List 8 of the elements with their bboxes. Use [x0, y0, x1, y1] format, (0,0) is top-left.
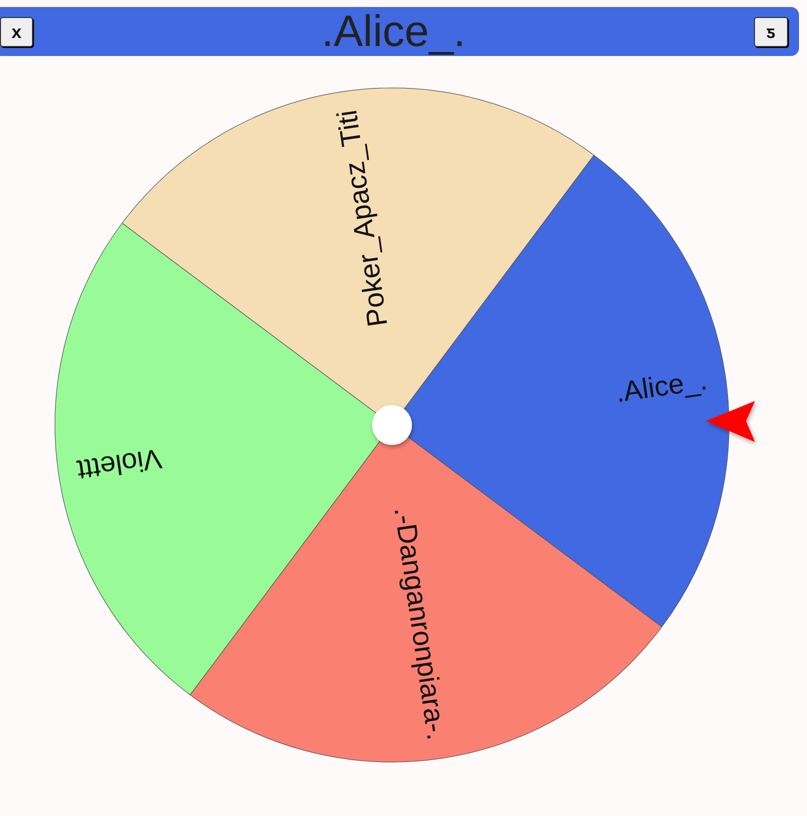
segment-label: Violettt — [75, 442, 164, 486]
symbol-button[interactable]: ƽ — [754, 16, 788, 46]
segment-label: .-Danganronpiara-. — [388, 504, 453, 742]
close-button[interactable]: x — [0, 16, 33, 46]
hub-circle-icon — [372, 405, 412, 445]
segment-label: .Alice_. — [614, 364, 709, 408]
header-title: .Alice_. — [321, 10, 466, 54]
pointer-icon — [706, 401, 755, 442]
